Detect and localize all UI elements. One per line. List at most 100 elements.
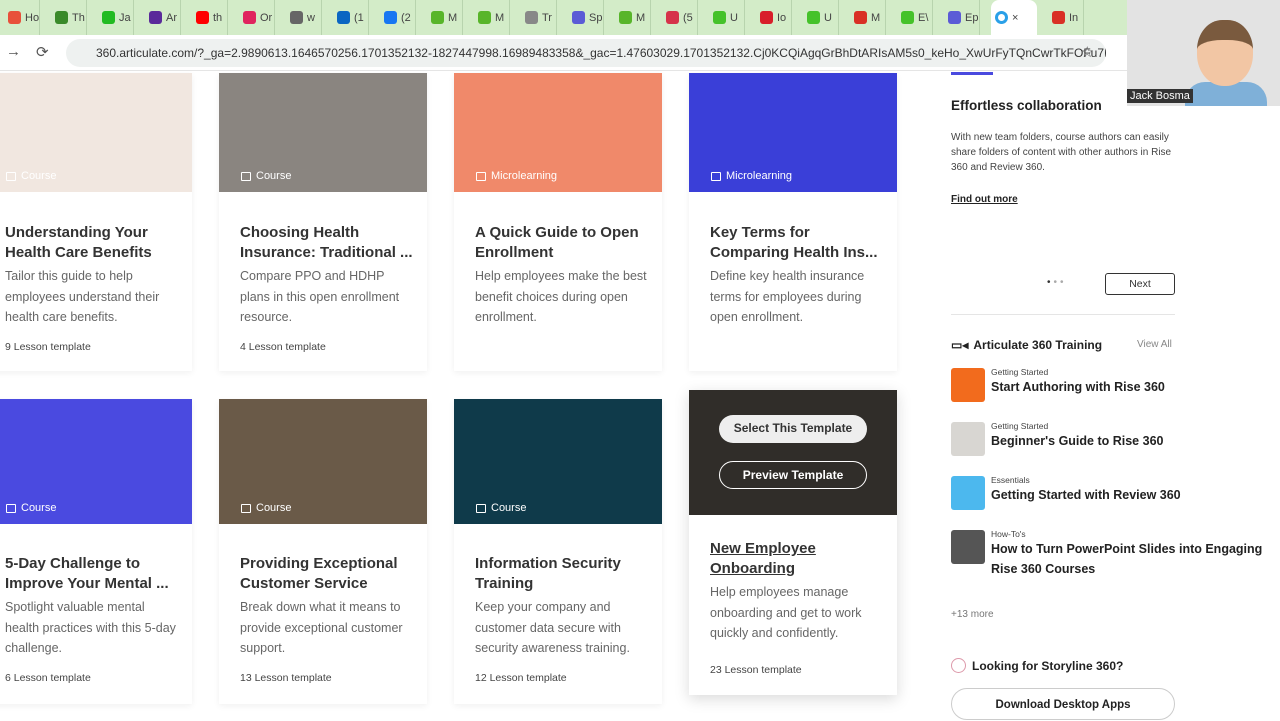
preview-template-button[interactable]: Preview Template (719, 461, 867, 489)
card-title[interactable]: 5-Day Challenge to Improve Your Mental .… (5, 554, 180, 594)
browser-tab[interactable]: Th (51, 0, 87, 35)
card-type-badge: Course (241, 170, 291, 182)
download-desktop-apps-button[interactable]: Download Desktop Apps (951, 688, 1175, 720)
training-title: Getting Started with Review 360 (991, 488, 1181, 502)
browser-tab[interactable]: In (1048, 0, 1084, 35)
browser-tab[interactable]: Sp (568, 0, 604, 35)
browser-tab[interactable]: × (991, 0, 1037, 35)
browser-tab[interactable]: w (286, 0, 322, 35)
book-icon (476, 171, 486, 181)
training-item[interactable]: Getting Started Beginner's Guide to Rise … (951, 421, 1163, 456)
tab-favicon-icon (807, 11, 820, 24)
tab-label: Ep (965, 11, 979, 24)
tab-label: M (636, 11, 646, 24)
template-card[interactable]: Course Providing Exceptional Customer Ser… (219, 399, 427, 704)
tab-label: Or (260, 11, 273, 24)
card-description: Keep your company and customer data secu… (475, 600, 630, 655)
tab-label: (5 (683, 11, 693, 24)
tab-label: th (213, 11, 223, 24)
book-icon (241, 171, 251, 181)
training-item[interactable]: How-To's How to Turn PowerPoint Slides in… (951, 529, 1280, 579)
browser-tab[interactable]: (1 (333, 0, 369, 35)
card-title[interactable]: Choosing Health Insurance: Traditional .… (240, 223, 415, 263)
template-card[interactable]: Select This Template Preview Template New… (689, 390, 897, 695)
tab-label: Io (777, 11, 787, 24)
book-icon (6, 503, 16, 513)
browser-tab[interactable]: M (427, 0, 463, 35)
tab-favicon-icon (713, 11, 726, 24)
browser-tab[interactable]: M (850, 0, 886, 35)
view-all-link[interactable]: View All (1137, 339, 1177, 350)
browser-tab[interactable]: Or (239, 0, 275, 35)
reload-icon[interactable]: ⟳ (36, 43, 49, 61)
tab-favicon-icon (149, 11, 162, 24)
tab-favicon-icon (901, 11, 914, 24)
browser-tab[interactable]: Ho (4, 0, 40, 35)
card-title[interactable]: Providing Exceptional Customer Service (240, 554, 415, 594)
card-title[interactable]: Information Security Training (475, 554, 650, 594)
tab-favicon-icon (55, 11, 68, 24)
tab-label: Ho (25, 11, 40, 24)
book-icon (476, 503, 486, 513)
storyline-link[interactable]: Looking for Storyline 360? (951, 658, 1175, 673)
browser-tab[interactable]: Ep (944, 0, 980, 35)
training-title: How to Turn PowerPoint Slides into Engag… (991, 542, 1263, 576)
webcam-name: Jack Bosma (1127, 89, 1193, 103)
next-button[interactable]: Next (1105, 273, 1175, 295)
browser-tab[interactable]: M (615, 0, 651, 35)
webcam-overlay: Jack Bosma (1127, 0, 1280, 106)
tab-favicon-icon (666, 11, 679, 24)
card-type-badge: Course (6, 170, 56, 182)
card-type-badge: Course (241, 502, 291, 514)
browser-tab[interactable]: U (709, 0, 745, 35)
tab-bar: Ho Th Ja Ar th Or w (1 (2 M M Tr Sp M (5 U Io U M E\ Ep × In (0, 0, 1280, 35)
find-out-more-link[interactable]: Find out more (951, 194, 1175, 205)
forward-icon[interactable]: → (6, 43, 21, 60)
browser-tab[interactable]: th (192, 0, 228, 35)
card-thumbnail: Course (219, 399, 427, 524)
tab-label: × (1012, 11, 1019, 24)
more-link[interactable]: +13 more (951, 609, 1175, 620)
template-card[interactable]: Course 5-Day Challenge to Improve Your Me… (0, 399, 192, 704)
bookmark-star-icon[interactable]: ☆ (1081, 39, 1094, 67)
template-card[interactable]: Course Choosing Health Insurance: Traditi… (219, 73, 427, 371)
tab-favicon-icon (525, 11, 538, 24)
browser-tab[interactable]: E\ (897, 0, 933, 35)
browser-tab[interactable]: Ar (145, 0, 181, 35)
template-card[interactable]: Course Understanding Your Health Care Ben… (0, 73, 192, 371)
browser-tab[interactable]: (5 (662, 0, 698, 35)
browser-tab[interactable]: U (803, 0, 839, 35)
carousel-dots[interactable]: ••• (1047, 277, 1087, 288)
url-input[interactable]: 360.articulate.com/?_ga=2.9890613.164657… (66, 39, 1106, 67)
template-card[interactable]: Course Information Security Training Keep… (454, 399, 662, 704)
training-item[interactable]: Essentials Getting Started with Review 36… (951, 475, 1181, 510)
training-thumbnail (951, 368, 985, 402)
card-thumbnail: Microlearning (454, 73, 662, 192)
card-description: Compare PPO and HDHP plans in this open … (240, 269, 400, 324)
template-card[interactable]: Microlearning A Quick Guide to Open Enrol… (454, 73, 662, 371)
card-thumbnail: Course (454, 399, 662, 524)
browser-tab[interactable]: Ja (98, 0, 134, 35)
training-title: Start Authoring with Rise 360 (991, 380, 1165, 394)
card-title[interactable]: A Quick Guide to Open Enrollment (475, 223, 650, 263)
training-thumbnail (951, 530, 985, 564)
tab-favicon-icon (431, 11, 444, 24)
browser-tab[interactable]: Io (756, 0, 792, 35)
card-description: Break down what it means to provide exce… (240, 600, 403, 655)
card-title[interactable]: Key Terms for Comparing Health Ins... (710, 223, 885, 263)
browser-tab[interactable]: M (474, 0, 510, 35)
tab-favicon-icon (995, 11, 1008, 24)
book-icon (6, 171, 16, 181)
browser-tab[interactable]: (2 (380, 0, 416, 35)
browser-tab[interactable]: Tr (521, 0, 557, 35)
tab-label: (1 (354, 11, 364, 24)
tab-favicon-icon (102, 11, 115, 24)
card-title[interactable]: Understanding Your Health Care Benefits (5, 223, 180, 263)
card-title[interactable]: New Employee Onboarding (710, 539, 885, 579)
template-card[interactable]: Microlearning Key Terms for Comparing Hea… (689, 73, 897, 371)
card-thumbnail: Select This Template Preview Template (689, 390, 897, 515)
tab-favicon-icon (8, 11, 21, 24)
select-template-button[interactable]: Select This Template (719, 415, 867, 443)
training-item[interactable]: Getting Started Start Authoring with Rise… (951, 367, 1165, 402)
tab-favicon-icon (854, 11, 867, 24)
